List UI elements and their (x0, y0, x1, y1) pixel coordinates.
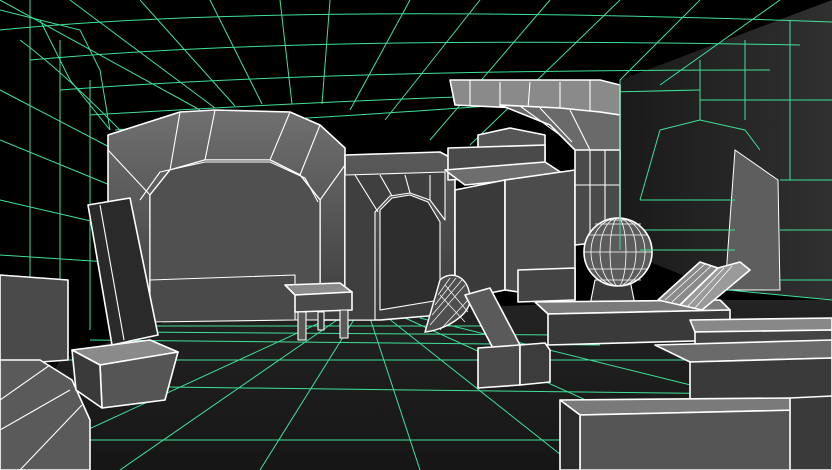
doorway-opening (379, 194, 441, 311)
step-lower-front (579, 409, 801, 470)
step-right-block (789, 395, 832, 470)
stool-front (294, 291, 353, 313)
3d-viewport[interactable] (0, 0, 832, 470)
seat-front (477, 344, 521, 389)
arch-base-step (149, 274, 296, 323)
scene-canvas[interactable] (0, 0, 832, 470)
seat-step (519, 342, 551, 386)
step-upper-front (689, 357, 832, 401)
front-left-crate[interactable] (71, 339, 179, 409)
left-block (0, 274, 69, 366)
counter-box (517, 267, 576, 303)
